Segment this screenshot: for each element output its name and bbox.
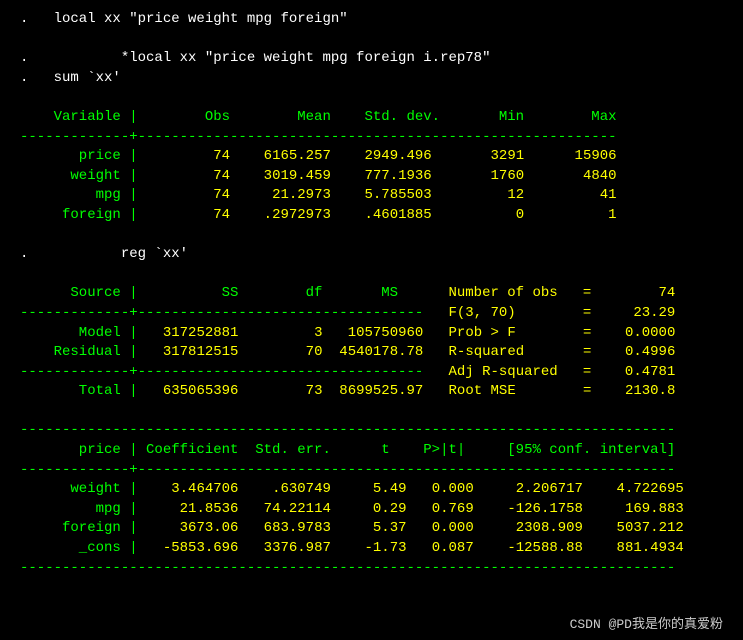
anova-total: Total | 635065396 73 8699525.97 Root MSE… (20, 382, 723, 402)
command-line-2: . *local xx "price weight mpg foreign i.… (20, 49, 723, 69)
blank (20, 226, 723, 246)
command-sum: . sum `xx' (20, 69, 723, 89)
anova-residual: Residual | 317812515 70 4540178.78 R-squ… (20, 343, 723, 363)
blank (20, 402, 723, 422)
sum-rule: -------------+--------------------------… (20, 128, 723, 148)
coef-rule-bot: ----------------------------------------… (20, 559, 723, 579)
anova-model: Model | 317252881 3 105750960 Prob > F =… (20, 324, 723, 344)
anova-header: Source | SS df MS Number of obs = 74 (20, 284, 723, 304)
anova-rule2: -------------+--------------------------… (20, 363, 723, 383)
col-obs: Obs Mean Std. dev. Min Max (138, 109, 617, 125)
command-reg: . reg `xx' (20, 245, 723, 265)
anova-rule1: -------------+--------------------------… (20, 304, 723, 324)
blank (20, 88, 723, 108)
watermark: CSDN @PD我是你的真爱粉 (570, 613, 723, 632)
coef-header: price | Coefficient Std. err. t P>|t| [9… (20, 441, 723, 461)
sum-header: Variable | Obs Mean Std. dev. Min Max (20, 108, 723, 128)
blank (20, 265, 723, 285)
coef-rule-top: ----------------------------------------… (20, 421, 723, 441)
coef-row-weight: weight | 3.464706 .630749 5.49 0.000 2.2… (20, 480, 723, 500)
sum-row-price: price | 74 6165.257 2949.496 3291 15906 (20, 147, 723, 167)
coef-rule-mid: -------------+--------------------------… (20, 461, 723, 481)
sum-row-weight: weight | 74 3019.459 777.1936 1760 4840 (20, 167, 723, 187)
command-line-1: . local xx "price weight mpg foreign" (20, 10, 723, 30)
col-variable: Variable (20, 109, 129, 125)
coef-row-mpg: mpg | 21.8536 74.22114 0.29 0.769 -126.1… (20, 500, 723, 520)
sum-row-mpg: mpg | 74 21.2973 5.785503 12 41 (20, 186, 723, 206)
coef-row-foreign: foreign | 3673.06 683.9783 5.37 0.000 23… (20, 519, 723, 539)
coef-row-cons: _cons | -5853.696 3376.987 -1.73 0.087 -… (20, 539, 723, 559)
blank (20, 30, 723, 50)
sum-row-foreign: foreign | 74 .2972973 .4601885 0 1 (20, 206, 723, 226)
